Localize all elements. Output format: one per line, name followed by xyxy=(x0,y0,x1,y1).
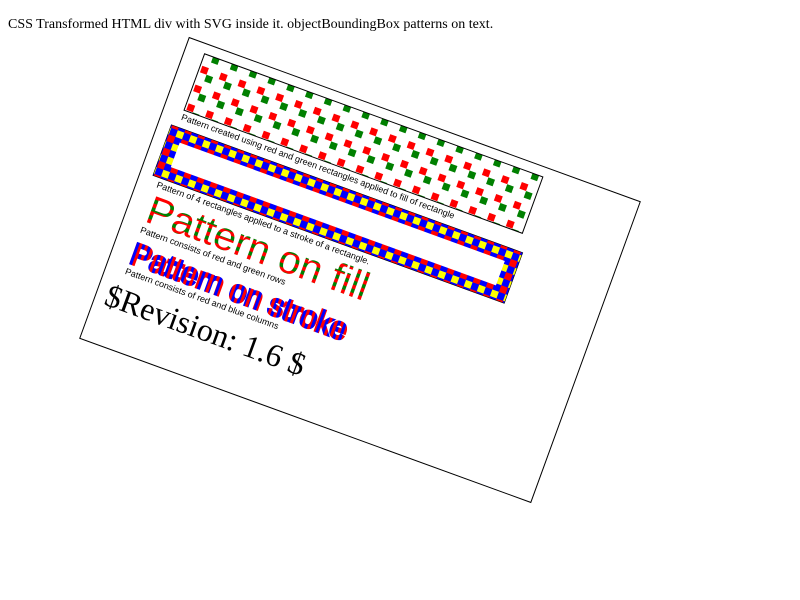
page-title: CSS Transformed HTML div with SVG inside… xyxy=(8,17,494,32)
transformed-div: Pattern created using red and green rect… xyxy=(79,36,641,504)
svg-canvas: Pattern created using red and green rect… xyxy=(79,36,641,504)
